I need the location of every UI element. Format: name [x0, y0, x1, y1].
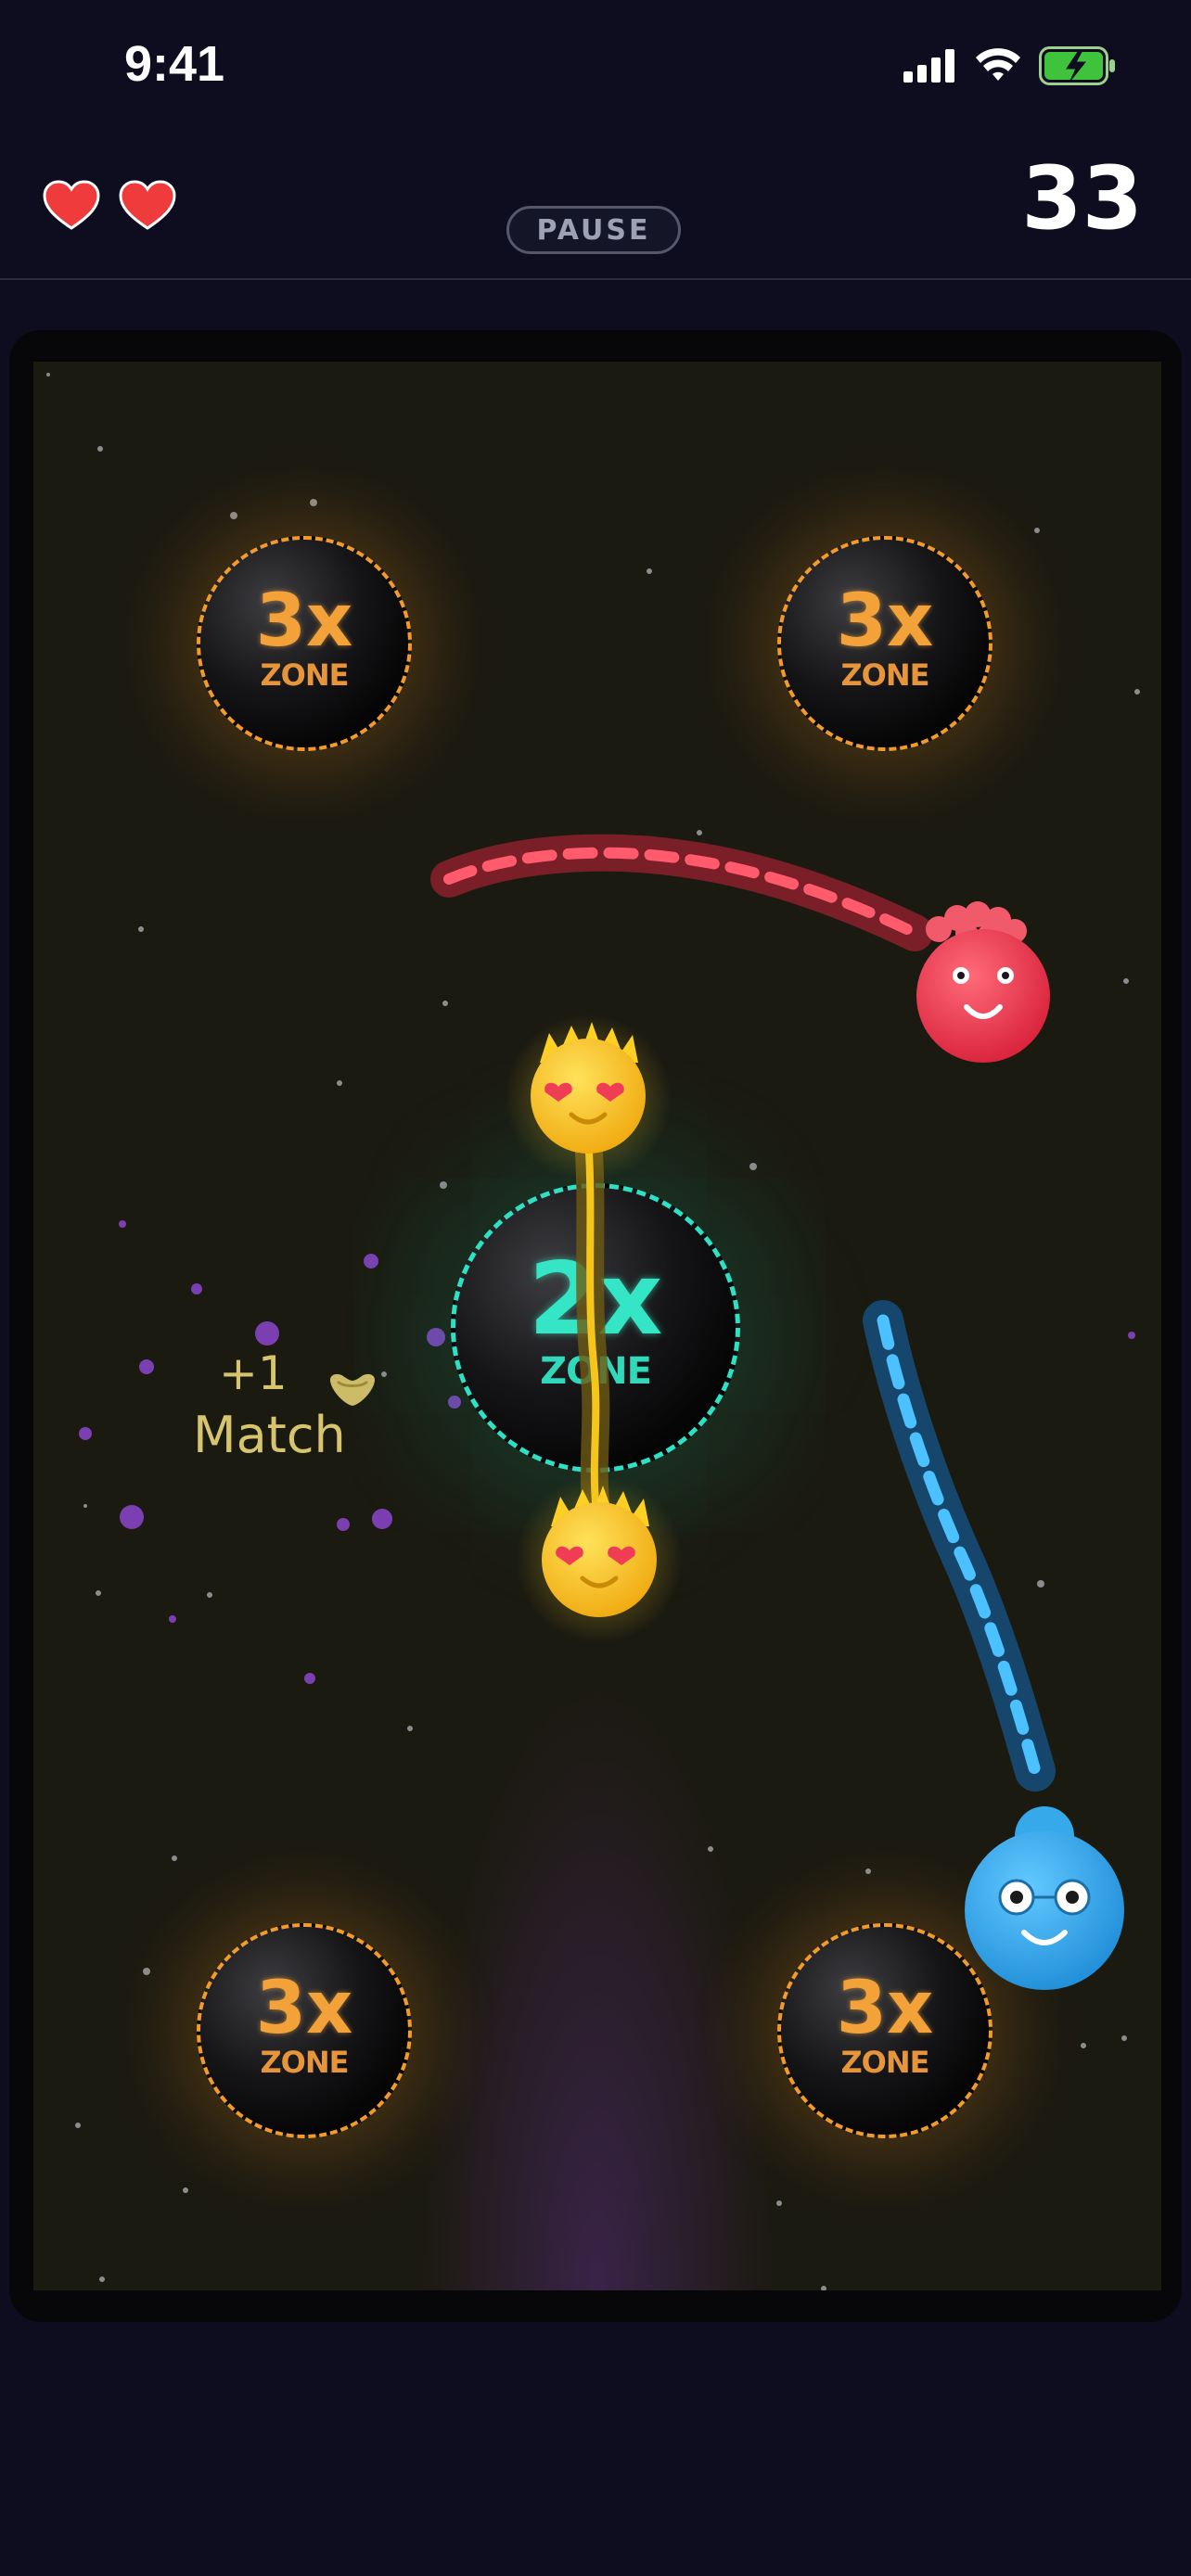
creature-yellow[interactable]: [516, 1476, 683, 1643]
heart-icon: [43, 180, 100, 230]
creature-blue[interactable]: [965, 1806, 1124, 1990]
heart-icon: [330, 1373, 375, 1406]
game-hud: PAUSE 33: [0, 139, 1191, 280]
match-points: +1: [219, 1346, 288, 1400]
score-counter: 33: [1021, 148, 1143, 249]
match-label: Match: [193, 1406, 346, 1464]
yellow-link: [574, 1123, 610, 1516]
status-icons: [903, 43, 1117, 89]
game-arena: 3x ZONE 3x ZONE 2x ZONE 3x ZONE 3x ZONE: [9, 330, 1182, 2322]
status-bar: 9:41: [0, 0, 1191, 130]
play-field[interactable]: 3x ZONE 3x ZONE 2x ZONE 3x ZONE 3x ZONE: [33, 362, 1161, 2290]
blue-trail: [863, 1300, 1056, 1792]
wifi-icon: [976, 48, 1020, 81]
creature-red[interactable]: [916, 901, 1050, 1063]
status-time: 9:41: [124, 36, 225, 92]
pause-button[interactable]: PAUSE: [506, 206, 681, 254]
red-trail: [430, 834, 933, 951]
heart-icon: [119, 180, 176, 230]
battery-icon: [1039, 46, 1115, 85]
signal-icon: [903, 49, 954, 83]
creature-yellow[interactable]: [505, 1014, 672, 1181]
creatures-layer: [430, 834, 1124, 1990]
lives-indicator: [43, 180, 176, 232]
